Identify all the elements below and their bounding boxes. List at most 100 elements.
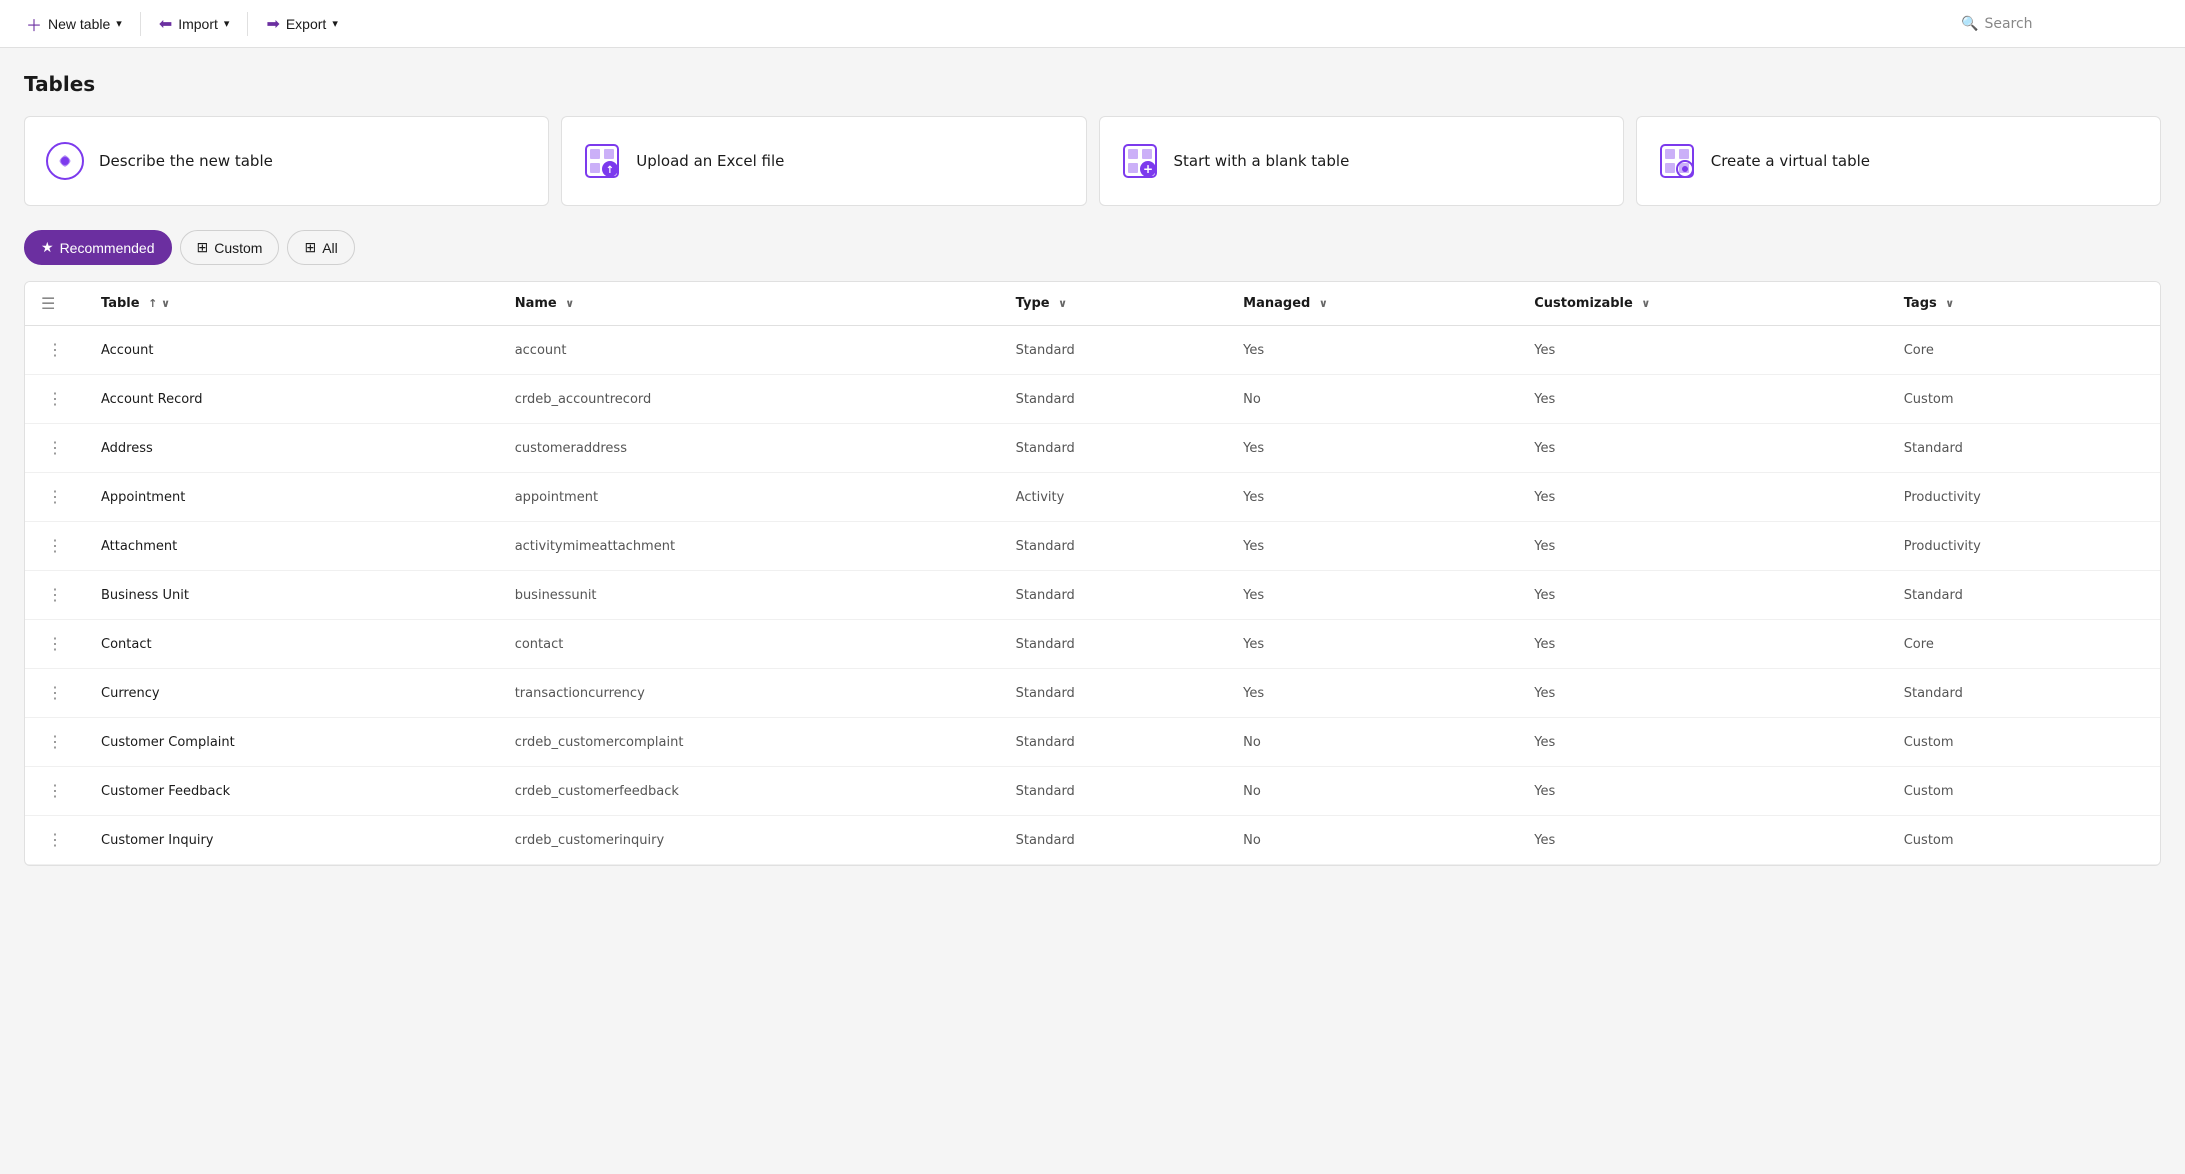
row-type-3: Activity [1000,473,1227,522]
row-menu-cell: ⋮ [25,375,85,424]
row-context-menu-2[interactable]: ⋮ [41,436,69,460]
export-button[interactable]: ➡ Export ▾ [256,8,347,40]
row-menu-cell: ⋮ [25,473,85,522]
col-customizable[interactable]: Customizable ∨ [1518,282,1888,326]
search-icon: 🔍 [1961,16,1978,32]
row-customizable-7: Yes [1518,669,1888,718]
row-managed-6: Yes [1227,620,1518,669]
row-logical-name-9: crdeb_customerfeedback [499,767,1000,816]
row-context-menu-6[interactable]: ⋮ [41,632,69,656]
row-context-menu-8[interactable]: ⋮ [41,730,69,754]
table-row: ⋮ Appointment appointment Activity Yes Y… [25,473,2160,522]
describe-card[interactable]: Describe the new table [24,116,549,206]
row-tags-0: Core [1888,326,2160,375]
export-label: Export [286,16,326,32]
row-tags-4: Productivity [1888,522,2160,571]
row-menu-cell: ⋮ [25,326,85,375]
row-table-name-1: Account Record [85,375,499,424]
row-menu-cell: ⋮ [25,620,85,669]
grid-icon-all: ⊞ [304,239,316,256]
action-cards-row: Describe the new table ↑ Upload an Excel… [24,116,2161,206]
plus-icon: ＋ [26,12,42,36]
col-type[interactable]: Type ∨ [1000,282,1227,326]
new-table-button[interactable]: ＋ New table ▾ [16,6,132,42]
virtual-table-card[interactable]: Create a virtual table [1636,116,2161,206]
filter-custom[interactable]: ⊞ Custom [180,230,280,265]
row-tags-7: Standard [1888,669,2160,718]
row-table-name-5: Business Unit [85,571,499,620]
row-tags-1: Custom [1888,375,2160,424]
row-menu-cell: ⋮ [25,718,85,767]
col-managed-sort: ∨ [1319,297,1328,310]
header-row: ☰ Table ↑ ∨ Name ∨ Type ∨ Ma [25,282,2160,326]
all-label: All [322,240,338,256]
row-menu-cell: ⋮ [25,424,85,473]
import-label: Import [178,16,218,32]
main-content: Tables Describe the new table [0,48,2185,890]
row-tags-3: Productivity [1888,473,2160,522]
row-logical-name-2: customeraddress [499,424,1000,473]
row-context-menu-10[interactable]: ⋮ [41,828,69,852]
svg-text:+: + [1142,162,1152,176]
search-label: Search [1984,16,2032,32]
list-view-toggle[interactable]: ☰ [25,282,85,326]
row-type-7: Standard [1000,669,1227,718]
col-name[interactable]: Name ∨ [499,282,1000,326]
describe-label: Describe the new table [99,152,273,170]
divider-1 [140,12,141,36]
recommended-label: Recommended [60,240,155,256]
row-context-menu-9[interactable]: ⋮ [41,779,69,803]
row-tags-2: Standard [1888,424,2160,473]
table-row: ⋮ Account account Standard Yes Yes Core [25,326,2160,375]
search-area[interactable]: 🔍 Search [1949,10,2169,38]
col-managed[interactable]: Managed ∨ [1227,282,1518,326]
row-logical-name-3: appointment [499,473,1000,522]
blank-table-label: Start with a blank table [1174,152,1350,170]
row-menu-cell: ⋮ [25,522,85,571]
row-managed-5: Yes [1227,571,1518,620]
grid-icon-custom: ⊞ [197,239,209,256]
chevron-down-icon-2: ▾ [224,17,230,30]
row-logical-name-5: businessunit [499,571,1000,620]
row-table-name-2: Address [85,424,499,473]
new-table-label: New table [48,16,110,32]
row-context-menu-5[interactable]: ⋮ [41,583,69,607]
filter-row: ★ Recommended ⊞ Custom ⊞ All [24,230,2161,265]
row-type-4: Standard [1000,522,1227,571]
table-row: ⋮ Attachment activitymimeattachment Stan… [25,522,2160,571]
row-type-1: Standard [1000,375,1227,424]
row-table-name-9: Customer Feedback [85,767,499,816]
filter-recommended[interactable]: ★ Recommended [24,230,172,265]
row-context-menu-1[interactable]: ⋮ [41,387,69,411]
row-context-menu-4[interactable]: ⋮ [41,534,69,558]
row-managed-3: Yes [1227,473,1518,522]
custom-label: Custom [214,240,262,256]
filter-all[interactable]: ⊞ All [287,230,354,265]
row-type-6: Standard [1000,620,1227,669]
tables-list: ☰ Table ↑ ∨ Name ∨ Type ∨ Ma [25,282,2160,865]
row-table-name-7: Currency [85,669,499,718]
row-managed-7: Yes [1227,669,1518,718]
row-managed-10: No [1227,816,1518,865]
row-context-menu-3[interactable]: ⋮ [41,485,69,509]
row-context-menu-0[interactable]: ⋮ [41,338,69,362]
upload-excel-card[interactable]: ↑ Upload an Excel file [561,116,1086,206]
sort-asc-icon: ↑ ∨ [148,297,170,310]
blank-table-card[interactable]: + Start with a blank table [1099,116,1624,206]
row-logical-name-4: activitymimeattachment [499,522,1000,571]
table-row: ⋮ Customer Complaint crdeb_customercompl… [25,718,2160,767]
row-managed-0: Yes [1227,326,1518,375]
row-managed-9: No [1227,767,1518,816]
row-menu-cell: ⋮ [25,571,85,620]
col-tags[interactable]: Tags ∨ [1888,282,2160,326]
row-context-menu-7[interactable]: ⋮ [41,681,69,705]
virtual-icon [1657,141,1697,181]
row-logical-name-1: crdeb_accountrecord [499,375,1000,424]
row-customizable-5: Yes [1518,571,1888,620]
row-customizable-10: Yes [1518,816,1888,865]
import-button[interactable]: ⬅ Import ▾ [149,8,240,40]
row-tags-5: Standard [1888,571,2160,620]
row-managed-8: No [1227,718,1518,767]
table-row: ⋮ Account Record crdeb_accountrecord Sta… [25,375,2160,424]
col-table[interactable]: Table ↑ ∨ [85,282,499,326]
